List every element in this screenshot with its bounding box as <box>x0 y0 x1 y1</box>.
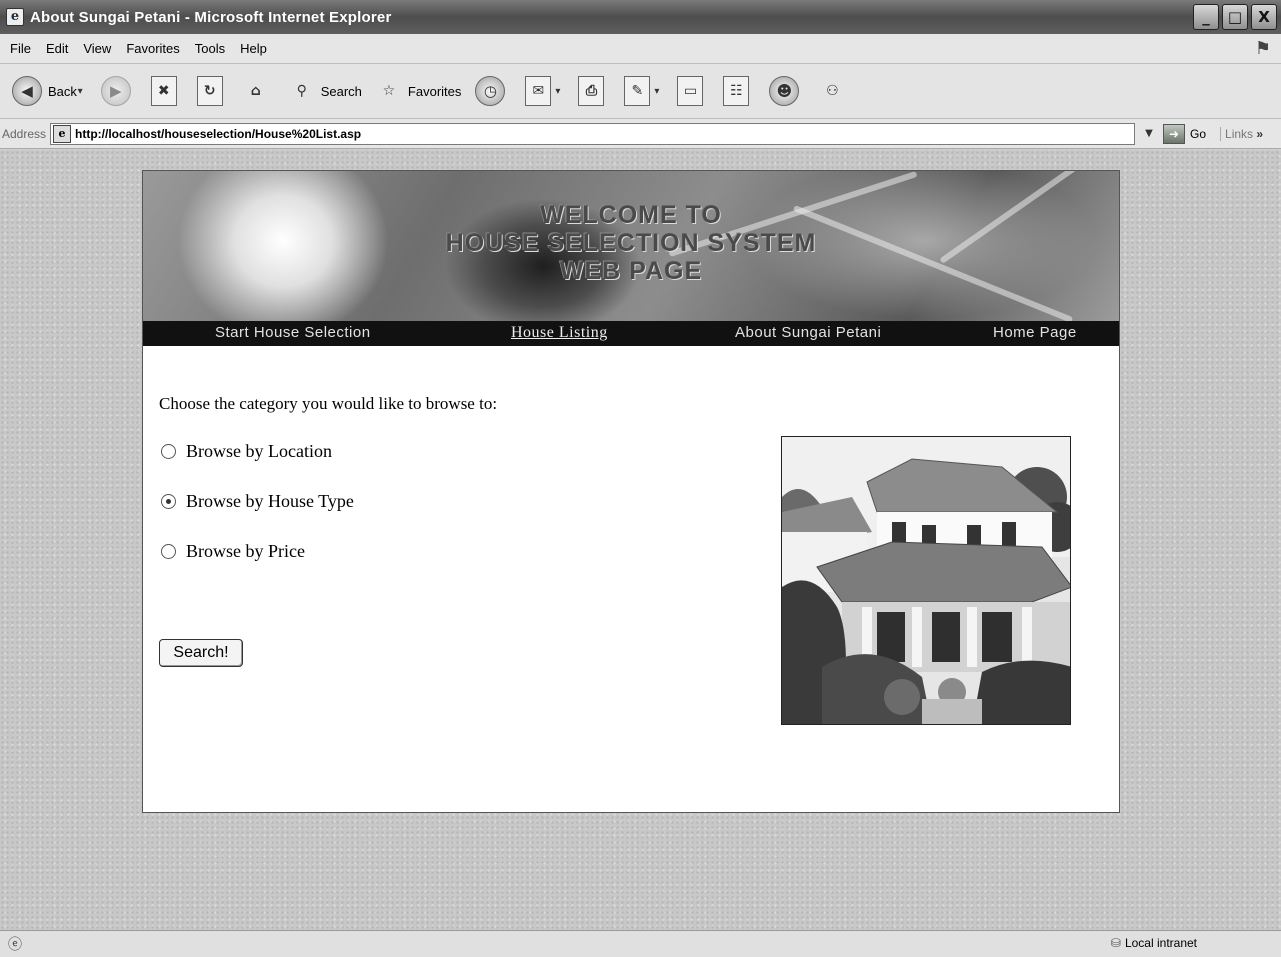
menu-favorites[interactable]: Favorites <box>122 41 190 56</box>
address-dropdown-icon[interactable]: ▼ <box>1141 124 1157 144</box>
security-zone: ⛁ Local intranet <box>1111 936 1197 950</box>
nav-house-listing[interactable]: House Listing <box>511 324 608 342</box>
messenger-icon: ☻ <box>769 76 800 106</box>
radio-location[interactable] <box>161 444 176 459</box>
favorites-label: Favorites <box>407 83 462 99</box>
forward-button[interactable]: ▶ <box>100 76 137 106</box>
stop-button[interactable]: ✖ <box>150 76 183 106</box>
search-submit-button[interactable]: Search! <box>159 639 243 667</box>
address-input[interactable]: e http://localhost/houseselection/House%… <box>50 122 1136 145</box>
mail-icon: ✉ <box>525 76 552 106</box>
refresh-icon: ↻ <box>196 76 223 106</box>
discuss-button[interactable]: ▭ <box>677 76 709 106</box>
category-prompt: Choose the category you would like to br… <box>159 394 498 413</box>
menu-file[interactable]: File <box>6 41 42 56</box>
option-browse-by-location[interactable]: Browse by Location <box>161 441 332 462</box>
messenger-button[interactable]: ☻ <box>769 76 805 106</box>
page-viewport[interactable]: WELCOME TO HOUSE SELECTION SYSTEM WEB PA… <box>0 150 1281 930</box>
history-button[interactable]: ◷ <box>475 76 511 106</box>
option-label: Browse by House Type <box>186 491 354 511</box>
banner-title: WELCOME TO HOUSE SELECTION SYSTEM WEB PA… <box>143 201 1119 285</box>
back-label: Back <box>48 83 77 99</box>
forward-arrow-icon: ▶ <box>100 76 131 106</box>
window-title-bar: e About Sungai Petani - Microsoft Intern… <box>0 0 1281 34</box>
address-label: Address <box>2 126 47 141</box>
banner-line-3: WEB PAGE <box>559 257 703 285</box>
menu-tools[interactable]: Tools <box>191 41 236 56</box>
menu-bar: File Edit View Favorites Tools Help ⚑ <box>0 34 1281 64</box>
refresh-button[interactable]: ↻ <box>196 76 229 106</box>
web-page: WELCOME TO HOUSE SELECTION SYSTEM WEB PA… <box>142 170 1120 813</box>
window-controls: _ □ X <box>1193 4 1277 30</box>
status-bar: ⓔ ⛁ Local intranet <box>0 930 1281 957</box>
print-button[interactable]: ⎙ <box>578 76 610 106</box>
home-button[interactable]: ⌂ <box>243 76 275 106</box>
house-image <box>782 437 1070 724</box>
go-label: Go <box>1190 126 1207 141</box>
intranet-icon: ⛁ <box>1110 936 1121 950</box>
zone-label: Local intranet <box>1124 936 1197 950</box>
home-icon: ⌂ <box>250 83 261 99</box>
search-label: Search <box>320 83 362 99</box>
site-nav: Start House Selection House Listing Abou… <box>143 321 1119 346</box>
links-bar[interactable]: Links » <box>1220 126 1264 141</box>
page-status-icon: ⓔ <box>8 937 22 953</box>
maximize-button[interactable]: □ <box>1222 4 1248 30</box>
radio-house-type[interactable] <box>161 494 176 509</box>
ie-page-icon: e <box>6 8 24 26</box>
option-browse-by-house-type[interactable]: Browse by House Type <box>161 491 354 512</box>
mail-button[interactable]: ✉ ▾ <box>525 76 564 106</box>
research-icon: ☷ <box>723 76 750 106</box>
banner-line-2: HOUSE SELECTION SYSTEM <box>445 229 817 257</box>
close-button[interactable]: X <box>1251 4 1277 30</box>
print-icon: ⎙ <box>578 76 605 106</box>
discuss-icon: ▭ <box>677 76 704 106</box>
nav-start-house-selection[interactable]: Start House Selection <box>215 324 371 341</box>
page-content: Choose the category you would like to br… <box>143 346 1119 812</box>
address-bar: Address e http://localhost/houseselectio… <box>0 119 1281 149</box>
edit-button[interactable]: ✎ ▾ <box>624 76 663 106</box>
favorites-button[interactable]: ☆ Favorites <box>376 76 462 106</box>
back-button[interactable]: ◀ Back ▾ <box>12 76 87 106</box>
windows-logo-icon: ⚑ <box>1254 38 1271 59</box>
option-label: Browse by Location <box>186 441 332 461</box>
banner-line-1: WELCOME TO <box>540 201 722 229</box>
go-arrow-icon: ➜ <box>1163 123 1186 144</box>
go-button[interactable]: ➜ Go <box>1163 123 1207 144</box>
mail-dropdown-icon[interactable]: ▾ <box>555 86 560 97</box>
contacts-icon: ⚇ <box>826 83 839 99</box>
house-photo <box>781 436 1071 725</box>
nav-about-sungai-petani[interactable]: About Sungai Petani <box>735 324 881 341</box>
option-label: Browse by Price <box>186 541 305 561</box>
search-button[interactable]: ⚲ Search <box>289 76 362 106</box>
address-url: http://localhost/houseselection/House%20… <box>75 126 362 141</box>
menu-view[interactable]: View <box>79 41 122 56</box>
contacts-button[interactable]: ⚇ <box>819 76 851 106</box>
links-chevron-icon: » <box>1256 126 1264 141</box>
menu-edit[interactable]: Edit <box>42 41 79 56</box>
nav-home-page[interactable]: Home Page <box>993 324 1077 341</box>
back-arrow-icon: ◀ <box>12 76 42 106</box>
window-title: About Sungai Petani - Microsoft Internet… <box>30 8 392 26</box>
star-icon: ☆ <box>382 83 396 99</box>
edit-dropdown-icon[interactable]: ▾ <box>654 86 659 97</box>
radio-price[interactable] <box>161 544 176 559</box>
menu-help[interactable]: Help <box>236 41 278 56</box>
research-button[interactable]: ☷ <box>723 76 755 106</box>
edit-icon: ✎ <box>624 76 651 106</box>
search-icon: ⚲ <box>296 83 307 99</box>
minimize-button[interactable]: _ <box>1193 4 1219 30</box>
links-label: Links <box>1225 126 1254 141</box>
page-favicon-icon: e <box>53 124 72 143</box>
welcome-banner: WELCOME TO HOUSE SELECTION SYSTEM WEB PA… <box>143 171 1119 321</box>
option-browse-by-price[interactable]: Browse by Price <box>161 541 305 562</box>
back-dropdown-icon[interactable]: ▾ <box>75 86 83 97</box>
stop-icon: ✖ <box>150 76 177 106</box>
history-icon: ◷ <box>475 76 506 106</box>
toolbar: ◀ Back ▾ ▶ ✖ ↻ ⌂ ⚲ Search ☆ Favorites ◷ … <box>0 64 1281 119</box>
